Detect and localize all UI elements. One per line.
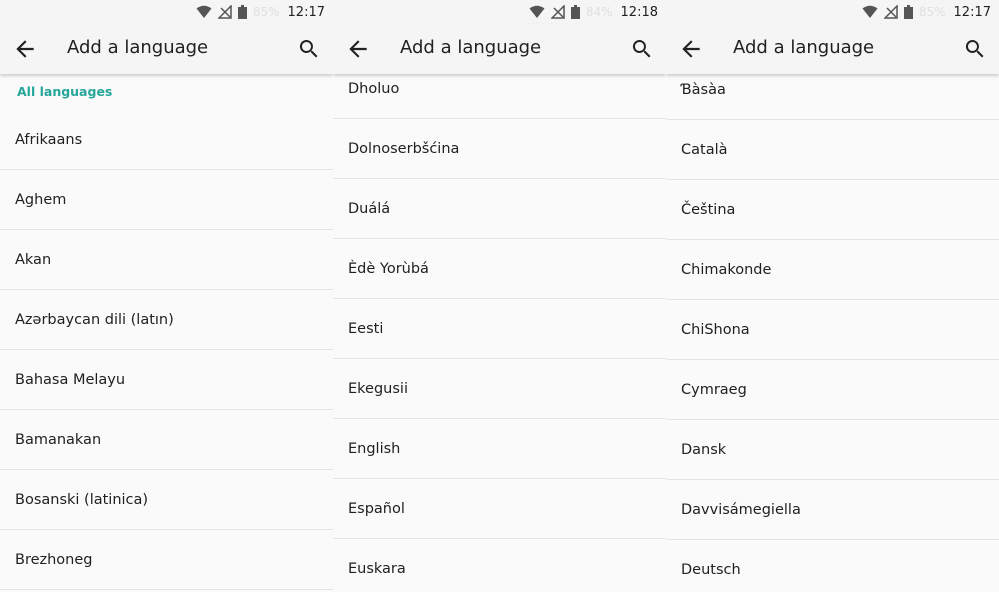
list-item[interactable]: Afrikaans: [0, 110, 333, 170]
screen-1: 85% 12:17 Add a language All languages A…: [0, 0, 333, 592]
no-signal-icon: [883, 5, 898, 19]
list-item[interactable]: ChiShona: [666, 300, 999, 360]
language-list: All languages Afrikaans Aghem Akan Azərb…: [0, 74, 333, 592]
list-item[interactable]: Chimakonde: [666, 240, 999, 300]
list-item[interactable]: Deutsch: [666, 540, 999, 592]
app-bar: Add a language: [0, 24, 333, 74]
list-item[interactable]: Ekegusii: [333, 359, 666, 419]
arrow-back-icon[interactable]: [678, 36, 704, 62]
clock: 12:18: [620, 4, 658, 20]
wifi-icon: [862, 5, 878, 18]
search-icon[interactable]: [630, 37, 654, 61]
no-signal-icon: [550, 5, 565, 19]
list-item[interactable]: English: [333, 419, 666, 479]
screens-container: 85% 12:17 Add a language All languages A…: [0, 0, 999, 592]
list-item[interactable]: Davvisámegiella: [666, 480, 999, 540]
language-list: Ɓàsàa Català Čeština Chimakonde ChiShona…: [666, 60, 999, 592]
battery-icon: [903, 5, 913, 19]
list-item[interactable]: Duálá: [333, 179, 666, 239]
list-item[interactable]: Català: [666, 120, 999, 180]
list-item[interactable]: Brezhoneg: [0, 530, 333, 590]
list-item[interactable]: Akan: [0, 230, 333, 290]
battery-percentage: 84%: [585, 5, 613, 19]
wifi-icon: [529, 5, 545, 18]
list-item[interactable]: Čeština: [666, 180, 999, 240]
list-item[interactable]: Aghem: [0, 170, 333, 230]
list-item[interactable]: Dolnoserbšćina: [333, 119, 666, 179]
status-bar: 84% 12:18: [333, 0, 666, 24]
language-list: Dholuo Dolnoserbšćina Duálá Èdè Yorùbá E…: [333, 59, 666, 592]
no-signal-icon: [217, 5, 232, 19]
page-title: Add a language: [733, 37, 875, 58]
status-icons: 84% 12:18: [529, 3, 658, 21]
page-title: Add a language: [400, 37, 542, 58]
status-icons: 85% 12:17: [862, 3, 991, 21]
list-item[interactable]: Dansk: [666, 420, 999, 480]
status-icons: 85% 12:17: [196, 3, 325, 21]
list-item[interactable]: Azərbaycan dili (latın): [0, 290, 333, 350]
section-header: All languages: [17, 84, 113, 99]
clock: 12:17: [953, 4, 991, 20]
search-icon[interactable]: [297, 37, 321, 61]
app-bar: Add a language: [666, 24, 999, 74]
battery-icon: [237, 5, 247, 19]
battery-percentage: 85%: [918, 5, 946, 19]
app-bar: Add a language: [333, 24, 666, 74]
wifi-icon: [196, 5, 212, 18]
list-item[interactable]: Eesti: [333, 299, 666, 359]
list-item[interactable]: Bamanakan: [0, 410, 333, 470]
list-item[interactable]: Cymraeg: [666, 360, 999, 420]
list-item[interactable]: Euskara: [333, 539, 666, 592]
status-bar: 85% 12:17: [666, 0, 999, 24]
status-bar: 85% 12:17: [0, 0, 333, 24]
list-item[interactable]: Èdè Yorùbá: [333, 239, 666, 299]
clock: 12:17: [287, 4, 325, 20]
screen-2: 84% 12:18 Add a language Dholuo Dolnoser…: [333, 0, 666, 592]
list-item[interactable]: Bahasa Melayu: [0, 350, 333, 410]
battery-percentage: 85%: [252, 5, 280, 19]
arrow-back-icon[interactable]: [12, 36, 38, 62]
search-icon[interactable]: [963, 37, 987, 61]
list-item[interactable]: Bosanski (latinica): [0, 470, 333, 530]
page-title: Add a language: [67, 37, 209, 58]
battery-icon: [570, 5, 580, 19]
screen-3: 85% 12:17 Add a language Ɓàsàa Català Če…: [666, 0, 999, 592]
list-item[interactable]: Español: [333, 479, 666, 539]
arrow-back-icon[interactable]: [345, 36, 371, 62]
